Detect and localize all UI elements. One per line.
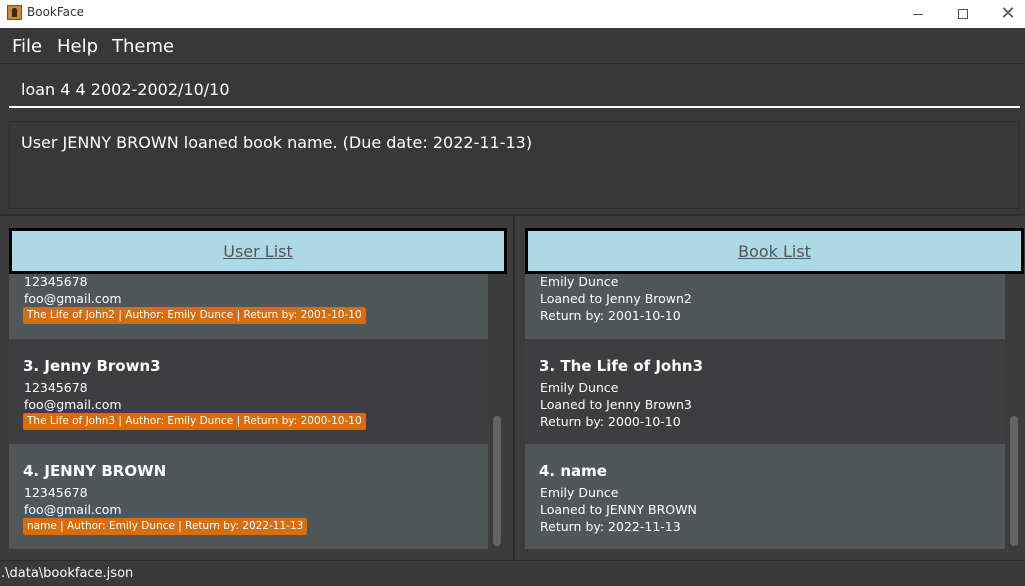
user-email: foo@gmail.com — [24, 291, 122, 306]
status-bar: .\data\bookface.json — [0, 560, 1025, 586]
user-name: 3. Jenny Brown3 — [23, 357, 161, 375]
minimize-button[interactable] — [895, 0, 941, 28]
user-list-scroll-thumb[interactable] — [493, 416, 501, 546]
book-list-scrollbar[interactable] — [1005, 274, 1024, 549]
book-list[interactable]: Emily Dunce Loaned to Jenny Brown2 Retur… — [525, 274, 1005, 549]
book-list-scroll-thumb[interactable] — [1010, 416, 1018, 546]
maximize-icon — [958, 9, 968, 19]
loan-tag: The Life of John2 | Author: Emily Dunce … — [23, 307, 366, 324]
book-title: 3. The Life of John3 — [539, 357, 704, 375]
split-pane-divider[interactable] — [513, 216, 515, 560]
maximize-button[interactable] — [940, 0, 986, 28]
user-phone: 12345678 — [24, 485, 88, 500]
window-title: BookFace — [27, 5, 84, 19]
result-display: User JENNY BROWN loaned book name. (Due … — [9, 121, 1020, 209]
minimize-icon — [913, 13, 923, 15]
user-card[interactable]: 3. Jenny Brown3 12345678 foo@gmail.com T… — [9, 339, 488, 444]
book-return-date: Return by: 2022-11-13 — [540, 519, 681, 534]
user-card[interactable]: 4. JENNY BROWN 12345678 foo@gmail.com na… — [9, 444, 488, 549]
book-card[interactable]: 4. name Emily Dunce Loaned to JENNY BROW… — [525, 444, 1005, 549]
user-list-header-label: User List — [223, 241, 293, 261]
user-phone: 12345678 — [24, 274, 88, 289]
book-author: Emily Dunce — [540, 274, 619, 289]
book-loaned-to: Loaned to Jenny Brown2 — [540, 291, 692, 306]
user-list[interactable]: 12345678 foo@gmail.com The Life of John2… — [9, 274, 488, 549]
title-bar: BookFace ✕ — [0, 0, 1025, 28]
book-author: Emily Dunce — [540, 380, 619, 395]
menu-help[interactable]: Help — [57, 36, 98, 57]
book-return-date: Return by: 2001-10-10 — [540, 308, 681, 323]
book-list-header-label: Book List — [738, 241, 811, 261]
book-return-date: Return by: 2000-10-10 — [540, 414, 681, 429]
command-input-value: loan 4 4 2002-2002/10/10 — [21, 80, 230, 99]
menu-theme[interactable]: Theme — [112, 36, 174, 57]
result-message: User JENNY BROWN loaned book name. (Due … — [21, 133, 533, 152]
loan-tag: name | Author: Emily Dunce | Return by: … — [23, 518, 308, 535]
book-loaned-to: Loaned to Jenny Brown3 — [540, 397, 692, 412]
book-list-header[interactable]: Book List — [525, 228, 1024, 274]
user-list-header[interactable]: User List — [9, 228, 507, 274]
data-file-path: .\data\bookface.json — [1, 566, 134, 581]
menu-bar: File Help Theme — [0, 28, 1025, 64]
book-title: 4. name — [539, 462, 607, 480]
book-loaned-to: Loaned to JENNY BROWN — [540, 502, 697, 517]
close-icon: ✕ — [1000, 3, 1016, 24]
bookface-app-icon — [7, 5, 22, 20]
menu-file[interactable]: File — [12, 36, 42, 57]
close-button[interactable]: ✕ — [985, 0, 1025, 28]
user-list-scrollbar[interactable] — [488, 274, 507, 549]
user-email: foo@gmail.com — [24, 502, 122, 517]
book-author: Emily Dunce — [540, 485, 619, 500]
user-card[interactable]: 12345678 foo@gmail.com The Life of John2… — [9, 274, 488, 339]
loan-tag: The Life of John3 | Author: Emily Dunce … — [23, 413, 366, 430]
command-input[interactable]: loan 4 4 2002-2002/10/10 — [9, 72, 1020, 108]
book-card[interactable]: Emily Dunce Loaned to Jenny Brown2 Retur… — [525, 274, 1005, 339]
user-name: 4. JENNY BROWN — [23, 462, 167, 480]
user-phone: 12345678 — [24, 380, 88, 395]
book-card[interactable]: 3. The Life of John3 Emily Dunce Loaned … — [525, 339, 1005, 444]
user-email: foo@gmail.com — [24, 397, 122, 412]
